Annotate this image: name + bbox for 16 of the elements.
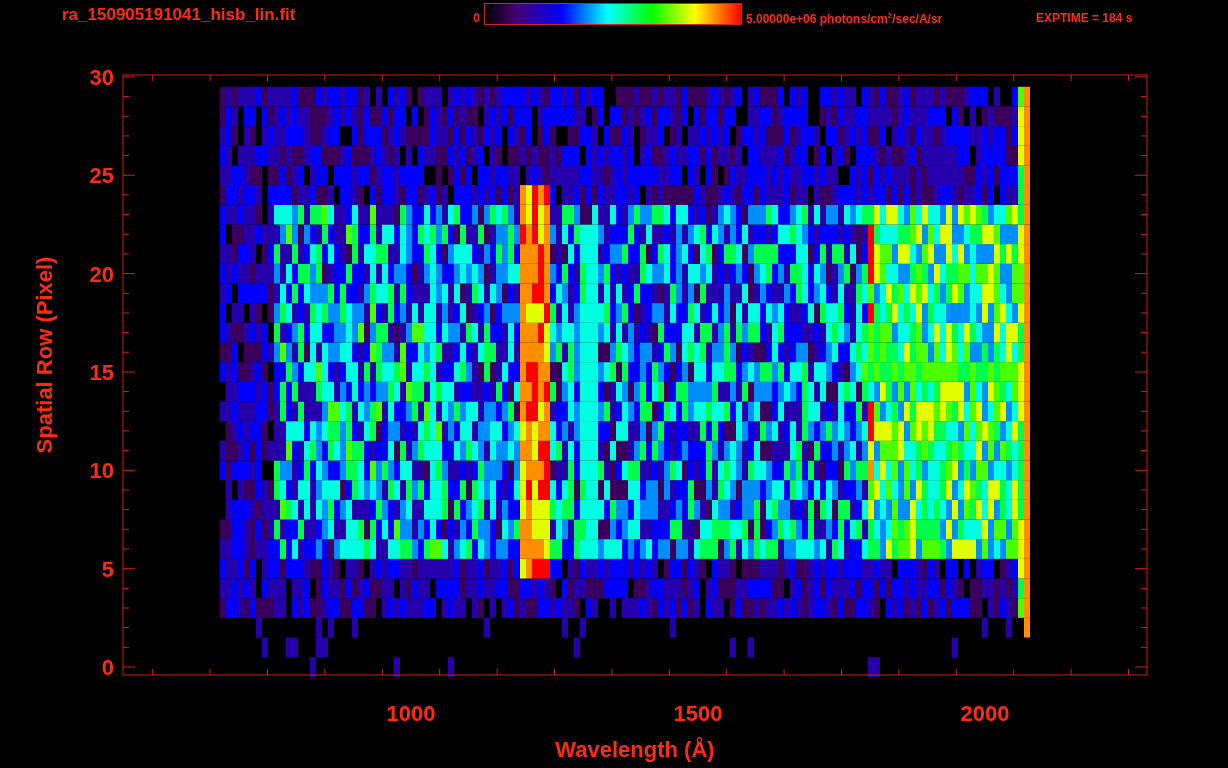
x-axis-label: Wavelength (Å) [555,737,715,762]
x-tick-label: 2000 [960,701,1010,726]
y-tick-label: 5 [101,556,114,582]
colorbar-max-label: 5.00000e+06 photons/cm$^{2}$/sec/A/sr [746,9,944,26]
y-tick-label: 30 [89,64,114,90]
x-tick-label: 1500 [673,701,723,726]
exposure-time: EXPTIME = 184 s [1036,10,1133,25]
plot-title: ra_150905191041_hisb_lin.fit [62,5,297,25]
y-tick-label: 20 [89,261,114,287]
x-tick-label: 1000 [386,701,436,726]
y-tick-label: 0 [101,655,114,680]
y-axis-label: Spatial Row (Pixel) [32,256,57,454]
y-tick-label: 10 [89,458,114,484]
y-tick-label: 25 [89,163,114,189]
y-tick-label: 15 [89,359,114,385]
colorbar-min-label: 0 [472,10,480,25]
